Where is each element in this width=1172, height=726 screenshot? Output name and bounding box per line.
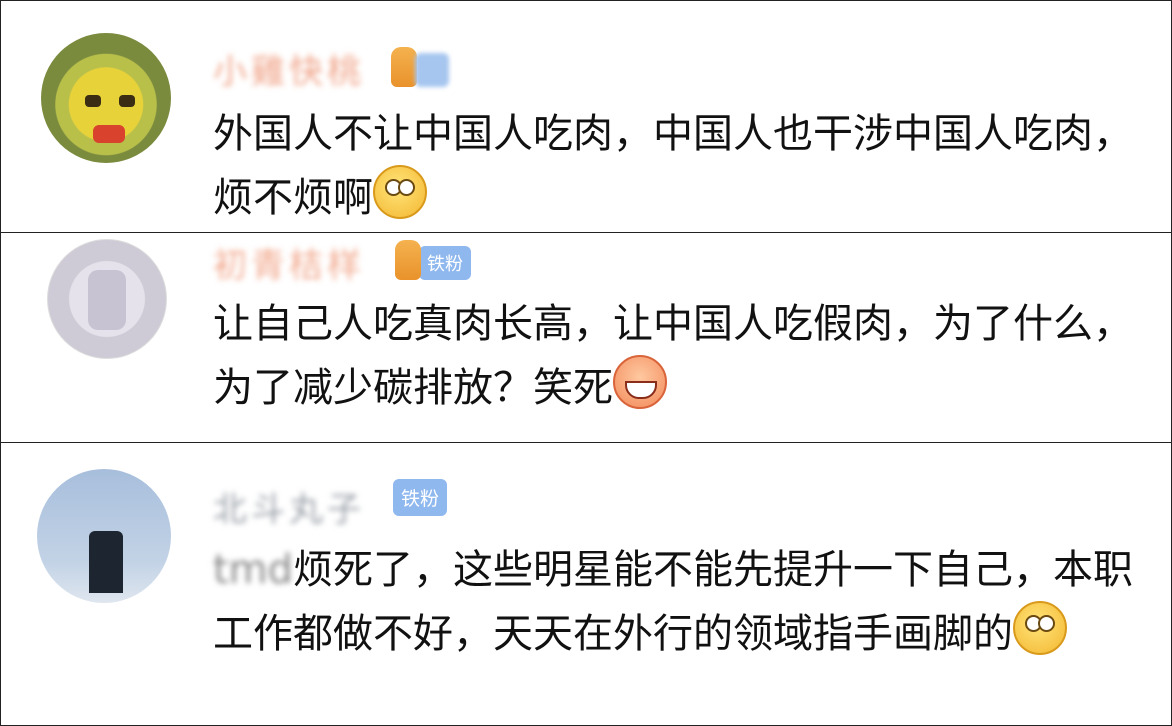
laugh-emoji-icon: [613, 355, 667, 409]
eye-roll-emoji-icon: [373, 165, 427, 219]
username[interactable]: 北斗丸子: [213, 487, 365, 530]
avatar[interactable]: [41, 33, 171, 163]
fan-badge: 铁粉: [393, 479, 448, 516]
mention-link[interactable]: tmd: [213, 547, 293, 593]
comment-item: 北斗丸子 铁粉 tmd烦死了，这些明星能不能先提升一下自己，本职工作都做不好，天…: [0, 442, 1172, 726]
comment-text: 让自己人吃真肉长高，让中国人吃假肉，为了什么，为了减少碳排放？笑死: [213, 301, 1133, 411]
comment-text: 外国人不让中国人吃肉，中国人也干涉中国人吃肉，烦不烦啊: [213, 111, 1133, 221]
fan-badge: 铁粉: [395, 240, 471, 280]
thumb-icon: [391, 47, 417, 87]
badge-label: 粉: [415, 53, 449, 87]
username[interactable]: 小雞快桃: [213, 49, 365, 92]
badge-label: 铁粉: [419, 246, 471, 280]
thumb-icon: [395, 240, 421, 280]
eye-roll-emoji-icon: [1013, 601, 1067, 655]
username[interactable]: 初青桔样: [213, 243, 365, 286]
avatar[interactable]: [37, 469, 171, 603]
avatar[interactable]: [47, 239, 167, 359]
fan-badge: 粉: [391, 47, 449, 87]
comment-text: tmd烦死了，这些明星能不能先提升一下自己，本职工作都做不好，天天在外行的领域指…: [213, 547, 1134, 657]
comment-item: 小雞快桃 粉 外国人不让中国人吃肉，中国人也干涉中国人吃肉，烦不烦啊: [0, 0, 1172, 234]
comment-item: 初青桔样 铁粉 让自己人吃真肉长高，让中国人吃假肉，为了什么，为了减少碳排放？笑…: [0, 232, 1172, 444]
